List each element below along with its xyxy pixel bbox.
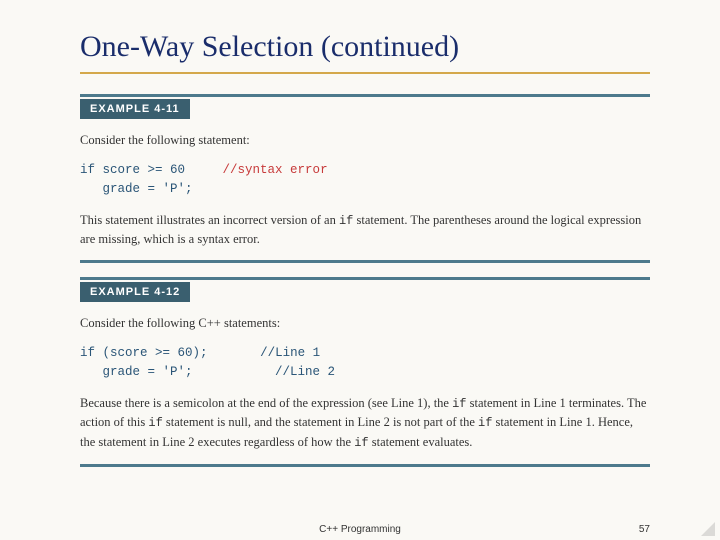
code-block-2: if (score >= 60); //Line 1 grade = 'P'; … [80, 344, 650, 382]
example-rule [80, 94, 650, 97]
example-label: EXAMPLE 4-12 [80, 282, 190, 302]
code-cond: (score >= 60); [95, 346, 208, 360]
code-body: grade = 'P'; [80, 365, 193, 379]
inline-if: if [478, 416, 492, 430]
line2-comment: //Line 2 [275, 365, 335, 379]
code-cond: score >= 60 [95, 163, 185, 177]
inline-if: if [354, 436, 368, 450]
inline-if: if [452, 397, 466, 411]
example-label: EXAMPLE 4-11 [80, 99, 190, 119]
explain-text: This statement illustrates an incorrect … [80, 211, 650, 249]
line1-comment: //Line 1 [260, 346, 320, 360]
explain-text-2: Because there is a semicolon at the end … [80, 394, 650, 452]
example-4-12: EXAMPLE 4-12 Consider the following C++ … [80, 277, 650, 467]
footer-title: C++ Programming [319, 524, 401, 535]
syntax-error-comment: //syntax error [223, 163, 328, 177]
page-corner-icon [701, 522, 715, 536]
title-underline [80, 72, 650, 74]
example-bottom-rule [80, 464, 650, 467]
page-number: 57 [639, 524, 650, 535]
inline-if: if [148, 416, 162, 430]
code-block-1: if score >= 60 //syntax error grade = 'P… [80, 161, 650, 199]
slide-content: One-Way Selection (continued) EXAMPLE 4-… [0, 0, 720, 467]
keyword-if: if [80, 346, 95, 360]
code-body: grade = 'P'; [80, 182, 193, 196]
example-rule [80, 277, 650, 280]
keyword-if: if [80, 163, 95, 177]
inline-if: if [339, 214, 353, 228]
page-title: One-Way Selection (continued) [80, 30, 650, 64]
intro-text: Consider the following C++ statements: [80, 314, 650, 332]
example-4-11: EXAMPLE 4-11 Consider the following stat… [80, 94, 650, 263]
example-bottom-rule [80, 260, 650, 263]
intro-text: Consider the following statement: [80, 131, 650, 149]
